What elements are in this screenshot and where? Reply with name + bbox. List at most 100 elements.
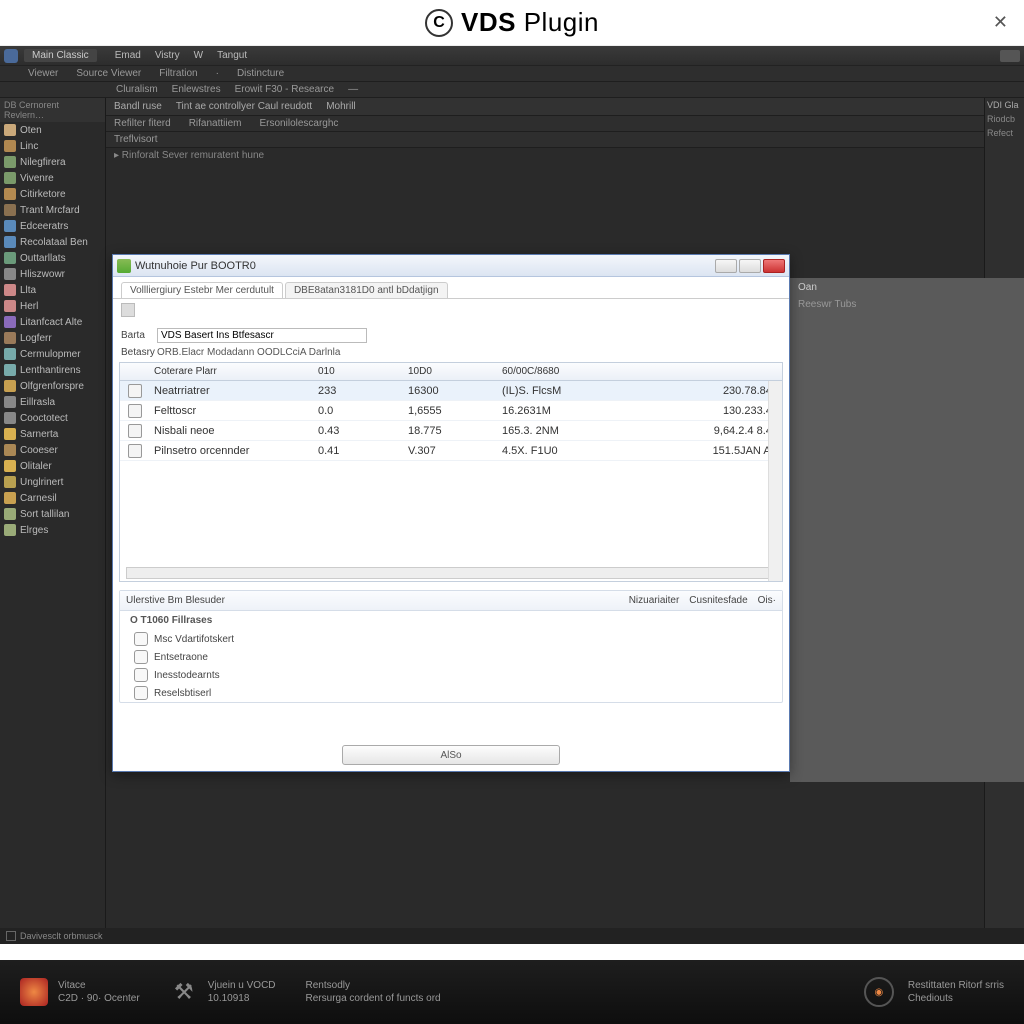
- row-icon: [128, 384, 142, 398]
- toolbar-item[interactable]: Erowit F30 - Researce: [235, 84, 334, 95]
- right-panel-item[interactable]: Refect: [987, 128, 1022, 138]
- sidebar-item[interactable]: Olfgrenforspre: [0, 378, 105, 394]
- sidebar-item[interactable]: Oten: [0, 122, 105, 138]
- toolbar-item[interactable]: Viewer: [28, 68, 58, 79]
- sidebar-item[interactable]: Elrges: [0, 522, 105, 538]
- close-button[interactable]: [763, 259, 785, 273]
- sidebar-item[interactable]: Trant Mrcfard: [0, 202, 105, 218]
- properties-sub: Reeswr Tubs: [790, 297, 1024, 312]
- section-link[interactable]: Cusnitesfade: [689, 595, 747, 606]
- toolbar-item[interactable]: Enlewstres: [172, 84, 221, 95]
- option-icon: [134, 650, 148, 664]
- grid-row[interactable]: Neatrriatrer23316300(IL)S. FlcsM230.78.8…: [120, 381, 782, 401]
- sidebar-item-label: Herl: [20, 301, 38, 312]
- tool-icon[interactable]: [121, 303, 135, 317]
- sidebar-item-icon: [4, 284, 16, 296]
- name-input[interactable]: [157, 328, 367, 343]
- grid-row[interactable]: Nisbali neoe0.4318.775165.3. 2NM9,64.2.4…: [120, 421, 782, 441]
- grid-col-header[interactable]: 10D0: [404, 366, 498, 377]
- dialog-tab[interactable]: DBE8atan3181D0 antl bDdatjign: [285, 282, 448, 298]
- sidebar-item[interactable]: Outtarllats: [0, 250, 105, 266]
- toolbar-item[interactable]: Source Viewer: [76, 68, 141, 79]
- sidebar-item-icon: [4, 220, 16, 232]
- editor-tab[interactable]: Ersonilolescarghc: [260, 118, 339, 129]
- editor-tab[interactable]: Mohrill: [326, 101, 355, 112]
- option-row[interactable]: Msc Vdartifotskert: [120, 630, 782, 648]
- menu-item[interactable]: W: [194, 50, 203, 61]
- grid-col-header[interactable]: Coterare Plarr: [150, 366, 314, 377]
- sidebar-item[interactable]: Linc: [0, 138, 105, 154]
- menu-item[interactable]: Tangut: [217, 50, 247, 61]
- sidebar-item[interactable]: Cermulopmer: [0, 346, 105, 362]
- option-row[interactable]: Entsetraone: [120, 648, 782, 666]
- grid-cell: 16.2631M: [498, 405, 604, 417]
- footer-round-icon[interactable]: ◉: [864, 977, 894, 1007]
- editor-tab[interactable]: Refilter fiterd: [114, 118, 171, 129]
- toolbar-item[interactable]: Distincture: [237, 68, 284, 79]
- sidebar-item[interactable]: Vivenre: [0, 170, 105, 186]
- maximize-button[interactable]: [739, 259, 761, 273]
- app-logo-icon: C: [425, 9, 453, 37]
- sidebar-item-icon: [4, 444, 16, 456]
- footer-sublabel: Rersurga cordent of functs ord: [306, 992, 441, 1005]
- toolbar-item[interactable]: —: [348, 84, 358, 95]
- sidebar-item[interactable]: Unglrinert: [0, 474, 105, 490]
- grid-row[interactable]: Pilnsetro orcennder0.41V.3074.5X. F1U015…: [120, 441, 782, 461]
- sidebar-item[interactable]: Llta: [0, 282, 105, 298]
- toolbar-item[interactable]: ·: [216, 68, 219, 79]
- editor-tab[interactable]: Bandl ruse: [114, 101, 162, 112]
- sidebar-item[interactable]: Litanfcact Alte: [0, 314, 105, 330]
- grid-hscroll[interactable]: [126, 567, 776, 579]
- section-link[interactable]: Nizuariaiter: [629, 595, 680, 606]
- sidebar-item[interactable]: Sort tallilan: [0, 506, 105, 522]
- dialog-tab[interactable]: Vollliergiury Estebr Mer cerdutult: [121, 282, 283, 298]
- sidebar-item[interactable]: Nilegfirera: [0, 154, 105, 170]
- sidebar-item[interactable]: Citirketore: [0, 186, 105, 202]
- section-link[interactable]: Ois·: [758, 595, 776, 606]
- sidebar-item-icon: [4, 252, 16, 264]
- app-title: VDS Plugin: [461, 7, 599, 38]
- menu-item[interactable]: Emad: [115, 50, 141, 61]
- sidebar-item[interactable]: Olitaler: [0, 458, 105, 474]
- grid-vscroll[interactable]: [768, 381, 782, 581]
- editor-tab[interactable]: Rifanattiiem: [189, 118, 242, 129]
- status-text: Davivesclt orbmusck: [20, 931, 103, 941]
- sidebar-item[interactable]: Sarnerta: [0, 426, 105, 442]
- grid-cell: Felttoscr: [150, 405, 314, 417]
- menu-item[interactable]: Vistry: [155, 50, 180, 61]
- sidebar-item-label: Hliszwowr: [20, 269, 65, 280]
- sidebar-item[interactable]: Hliszwowr: [0, 266, 105, 282]
- option-label: Reselsbtiserl: [154, 688, 211, 699]
- minimize-button[interactable]: [715, 259, 737, 273]
- editor-tab[interactable]: Tint ae controllyer Caul reudott: [176, 101, 312, 112]
- grid-col-header[interactable]: 010: [314, 366, 404, 377]
- sidebar-item[interactable]: Recolataal Ben: [0, 234, 105, 250]
- editor-tab[interactable]: Treflvisort: [114, 134, 158, 145]
- sidebar-item[interactable]: Logferr: [0, 330, 105, 346]
- window-tab[interactable]: Main Classic: [24, 49, 97, 62]
- sidebar-item[interactable]: Herl: [0, 298, 105, 314]
- sidebar-item[interactable]: Lenthantirens: [0, 362, 105, 378]
- toolbar-item[interactable]: Cluralism: [116, 84, 158, 95]
- properties-panel: Oan Reeswr Tubs: [790, 278, 1024, 782]
- sidebar-item-label: Trant Mrcfard: [20, 205, 80, 216]
- grid-col-header[interactable]: 60/00C/8680: [498, 366, 604, 377]
- grid-row[interactable]: Felttoscr0.01,655516.2631M130.233.44: [120, 401, 782, 421]
- sidebar-item[interactable]: Carnesil: [0, 490, 105, 506]
- sidebar-item-icon: [4, 364, 16, 376]
- option-row[interactable]: Reselsbtiserl: [120, 684, 782, 702]
- sidebar-item-label: Unglrinert: [20, 477, 63, 488]
- footer-sublabel: Chediouts: [908, 992, 1004, 1005]
- sidebar-item[interactable]: Cooeser: [0, 442, 105, 458]
- sidebar-item[interactable]: Edceeratrs: [0, 218, 105, 234]
- window-controls-icon[interactable]: [1000, 50, 1020, 62]
- confirm-button[interactable]: AlSo: [342, 745, 560, 765]
- sidebar-item[interactable]: Eillrasla: [0, 394, 105, 410]
- close-icon[interactable]: ✕: [993, 12, 1008, 33]
- option-row[interactable]: Inesstodearnts: [120, 666, 782, 684]
- toolbar-item[interactable]: Filtration: [159, 68, 197, 79]
- sidebar-item-label: Nilegfirera: [20, 157, 66, 168]
- option-label: Msc Vdartifotskert: [154, 634, 234, 645]
- right-panel-item[interactable]: Riodcb: [987, 114, 1022, 124]
- sidebar-item[interactable]: Cooctotect: [0, 410, 105, 426]
